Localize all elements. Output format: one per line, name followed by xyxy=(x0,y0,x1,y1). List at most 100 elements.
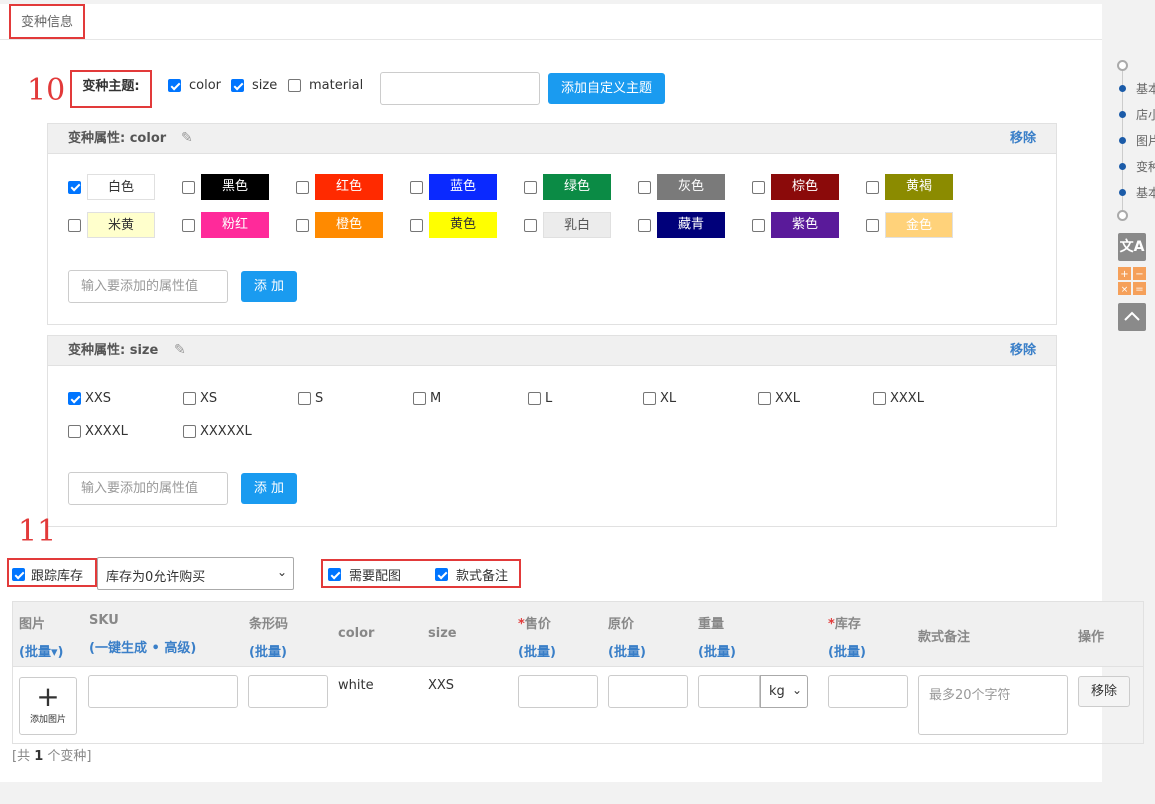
checkbox-material[interactable] xyxy=(288,79,301,92)
checkbox-track-inventory[interactable] xyxy=(12,568,25,581)
sidebar-item-basic[interactable]: 基本 xyxy=(1136,80,1155,97)
size-option[interactable]: XXL xyxy=(758,391,800,406)
color-option-checkbox[interactable] xyxy=(524,218,537,232)
weight-unit-select[interactable]: kg ⌄ xyxy=(760,675,808,708)
color-option-checkbox[interactable] xyxy=(410,180,423,194)
sidebar-item-images[interactable]: 图片 xyxy=(1136,132,1155,149)
color-attribute-input[interactable]: 输入要添加的属性值 xyxy=(68,270,228,303)
size-option[interactable]: XXXXXL xyxy=(183,424,252,439)
price-input[interactable] xyxy=(518,675,598,708)
sku-input[interactable] xyxy=(88,675,238,708)
color-option[interactable]: 红色 xyxy=(296,174,383,200)
color-option-checkbox[interactable] xyxy=(68,180,81,194)
calculator-icon[interactable]: + − × = xyxy=(1118,267,1146,295)
color-option[interactable]: 米黄 xyxy=(68,212,155,238)
color-option[interactable]: 乳白 xyxy=(524,212,611,238)
color-option[interactable]: 金色 xyxy=(866,212,953,238)
size-option[interactable]: M xyxy=(413,391,441,406)
original-price-input[interactable] xyxy=(608,675,688,708)
color-option[interactable]: 棕色 xyxy=(752,174,839,200)
color-option[interactable]: 紫色 xyxy=(752,212,839,238)
color-option-checkbox[interactable] xyxy=(410,218,423,232)
size-option[interactable]: XXXL xyxy=(873,391,924,406)
color-option-checkbox[interactable] xyxy=(296,218,309,232)
size-attribute-input[interactable]: 输入要添加的属性值 xyxy=(68,472,228,505)
sidebar-item-basic-2[interactable]: 基本 xyxy=(1136,184,1155,201)
barcode-input[interactable] xyxy=(248,675,328,708)
size-option[interactable]: XXXXL xyxy=(68,424,128,439)
batch-original-price-link[interactable]: (批量) xyxy=(608,641,646,660)
color-option[interactable]: 黄褐 xyxy=(866,174,953,200)
remove-row-button[interactable]: 移除 xyxy=(1078,676,1130,707)
theme-option-material[interactable]: material xyxy=(288,78,363,93)
checkbox-style-note[interactable] xyxy=(435,568,448,581)
color-option[interactable]: 黑色 xyxy=(182,174,269,200)
remove-color-attribute-link[interactable]: 移除 xyxy=(1010,124,1036,154)
size-option[interactable]: XXS xyxy=(68,391,111,406)
stock-input[interactable] xyxy=(828,675,908,708)
size-option-checkbox[interactable] xyxy=(413,392,426,405)
theme-option-size[interactable]: size xyxy=(231,78,277,93)
color-option[interactable]: 黄色 xyxy=(410,212,497,238)
add-size-value-button[interactable]: 添 加 xyxy=(241,473,297,504)
color-option[interactable]: 橙色 xyxy=(296,212,383,238)
color-option[interactable]: 白色 xyxy=(68,174,155,200)
custom-theme-input[interactable] xyxy=(380,72,540,105)
size-option-checkbox[interactable] xyxy=(298,392,311,405)
batch-barcode-link[interactable]: (批量) xyxy=(249,641,288,660)
back-to-top-icon[interactable] xyxy=(1118,303,1146,331)
color-option-checkbox[interactable] xyxy=(752,218,765,232)
color-option-checkbox[interactable] xyxy=(866,218,879,232)
sidebar-item-store[interactable]: 店小 xyxy=(1136,106,1155,123)
weight-input[interactable] xyxy=(698,675,760,708)
color-option[interactable]: 蓝色 xyxy=(410,174,497,200)
color-option[interactable]: 粉红 xyxy=(182,212,269,238)
remove-size-attribute-link[interactable]: 移除 xyxy=(1010,336,1036,366)
sidebar-item-variants[interactable]: 变种 xyxy=(1136,158,1155,175)
size-option-checkbox[interactable] xyxy=(528,392,541,405)
checkbox-size[interactable] xyxy=(231,79,244,92)
batch-stock-link[interactable]: (批量) xyxy=(828,641,866,660)
edit-pencil-icon[interactable]: ✎ xyxy=(181,131,195,145)
color-option-checkbox[interactable] xyxy=(296,180,309,194)
size-option-checkbox[interactable] xyxy=(68,392,81,405)
color-option-checkbox[interactable] xyxy=(182,218,195,232)
need-image-checkbox[interactable]: 需要配图 xyxy=(328,565,401,584)
size-option[interactable]: S xyxy=(298,391,323,406)
size-option[interactable]: L xyxy=(528,391,552,406)
inventory-policy-select[interactable]: 库存为0允许购买 ⌄ xyxy=(97,557,294,590)
add-image-button[interactable]: + 添加图片 xyxy=(19,677,77,735)
theme-option-color[interactable]: color xyxy=(168,78,221,93)
color-option[interactable]: 藏青 xyxy=(638,212,725,238)
sku-advanced-link[interactable]: 高级 xyxy=(164,641,190,656)
add-custom-theme-button[interactable]: 添加自定义主题 xyxy=(548,73,665,104)
color-option-checkbox[interactable] xyxy=(866,180,879,194)
checkbox-need-image[interactable] xyxy=(328,568,341,581)
color-option-checkbox[interactable] xyxy=(524,180,537,194)
batch-weight-link[interactable]: (批量) xyxy=(698,641,736,660)
color-option-checkbox[interactable] xyxy=(68,218,81,232)
size-option-checkbox[interactable] xyxy=(183,392,196,405)
style-note-checkbox[interactable]: 款式备注 xyxy=(435,565,508,584)
size-option-checkbox[interactable] xyxy=(183,425,196,438)
color-option-checkbox[interactable] xyxy=(638,180,651,194)
translate-icon[interactable]: 文A xyxy=(1118,233,1146,261)
color-option-checkbox[interactable] xyxy=(752,180,765,194)
size-option-checkbox[interactable] xyxy=(643,392,656,405)
sku-generate-link[interactable]: 一键生成 xyxy=(95,641,147,656)
size-option[interactable]: XS xyxy=(183,391,217,406)
checkbox-color[interactable] xyxy=(168,79,181,92)
add-color-value-button[interactable]: 添 加 xyxy=(241,271,297,302)
size-option[interactable]: XL xyxy=(643,391,676,406)
color-option-checkbox[interactable] xyxy=(638,218,651,232)
track-inventory-checkbox[interactable]: 跟踪库存 xyxy=(12,565,83,584)
batch-image-link[interactable]: (批量▾) xyxy=(19,641,63,660)
color-option[interactable]: 灰色 xyxy=(638,174,725,200)
size-option-checkbox[interactable] xyxy=(68,425,81,438)
size-option-checkbox[interactable] xyxy=(873,392,886,405)
edit-pencil-icon[interactable]: ✎ xyxy=(174,343,188,357)
color-option[interactable]: 绿色 xyxy=(524,174,611,200)
style-note-textarea[interactable]: 最多20个字符 xyxy=(918,675,1068,735)
color-option-checkbox[interactable] xyxy=(182,180,195,194)
size-option-checkbox[interactable] xyxy=(758,392,771,405)
